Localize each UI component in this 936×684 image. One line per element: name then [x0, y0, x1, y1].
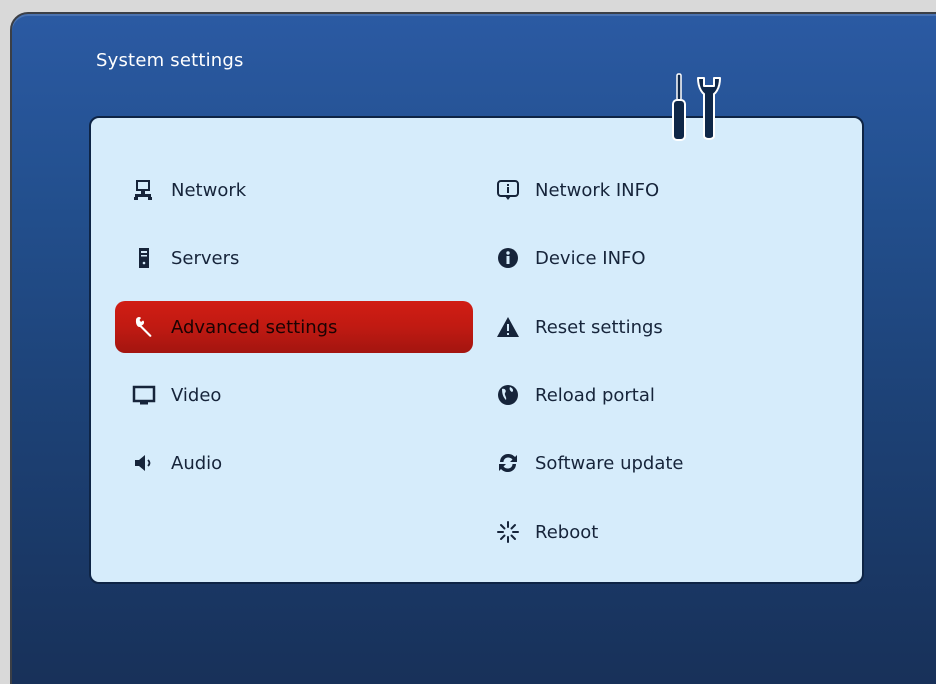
warning-icon [495, 314, 521, 340]
spinner-icon [495, 519, 521, 545]
menu-item-label: Audio [171, 452, 223, 474]
menu-item-label: Servers [171, 247, 240, 269]
menu-item-network-info[interactable]: Network INFO [483, 164, 823, 216]
info-circle-icon [495, 245, 521, 271]
monitor-icon [131, 382, 157, 408]
menu-item-network[interactable]: Network [115, 164, 473, 216]
globe-icon [495, 382, 521, 408]
menu-item-device-info[interactable]: Device INFO [483, 232, 823, 284]
menu-item-label: Network [171, 179, 247, 201]
menu-item-label: Network INFO [535, 179, 660, 201]
server-icon [131, 245, 157, 271]
menu-item-reboot[interactable]: Reboot [483, 506, 823, 558]
info-box-icon [495, 177, 521, 203]
speaker-icon [131, 450, 157, 476]
tools-icon [672, 73, 721, 141]
menu-item-reset-settings[interactable]: Reset settings [483, 301, 823, 353]
wrench-icon [131, 314, 157, 340]
menu-item-label: Software update [535, 452, 684, 474]
network-icon [131, 177, 157, 203]
refresh-icon [495, 450, 521, 476]
menu-item-advanced-settings[interactable]: Advanced settings [115, 301, 473, 353]
menu-item-label: Video [171, 384, 222, 406]
menu-item-label: Reboot [535, 521, 599, 543]
menu-item-label: Device INFO [535, 247, 646, 269]
menu-item-label: Advanced settings [171, 316, 338, 338]
menu-item-audio[interactable]: Audio [115, 437, 473, 489]
menu-item-reload-portal[interactable]: Reload portal [483, 369, 823, 421]
page-title: System settings [96, 50, 244, 71]
menu-item-label: Reset settings [535, 316, 663, 338]
menu-item-software-update[interactable]: Software update [483, 437, 823, 489]
menu-item-video[interactable]: Video [115, 369, 473, 421]
menu-item-servers[interactable]: Servers [115, 232, 473, 284]
screen: System settings Network Servers Advanced… [0, 0, 936, 684]
menu-item-label: Reload portal [535, 384, 655, 406]
